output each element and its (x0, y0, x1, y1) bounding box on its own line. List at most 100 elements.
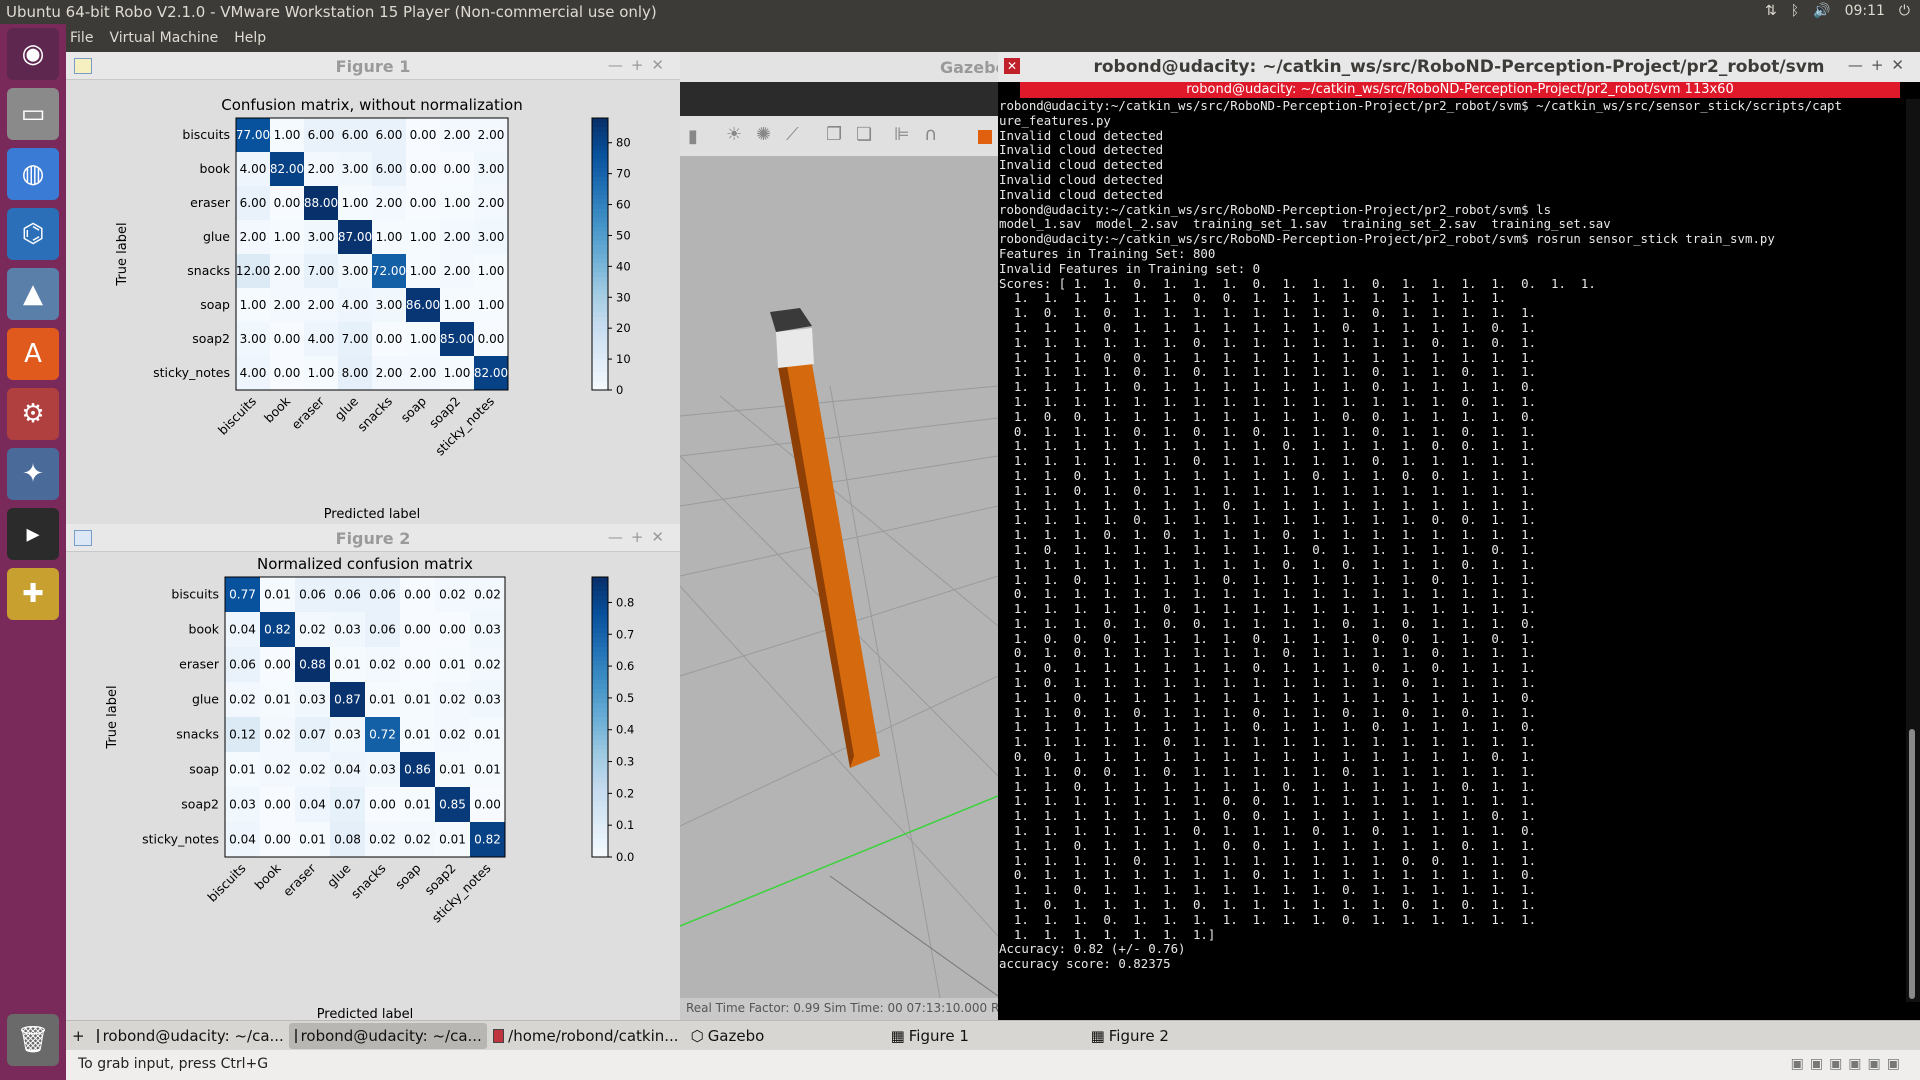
sun-light-icon[interactable]: ☀ (726, 124, 742, 145)
cell-value-label: 0.82 (474, 833, 501, 847)
figure1-titlebar[interactable]: Figure 1 —+✕ (66, 52, 680, 80)
colorbar-segment (592, 326, 608, 332)
cell-value-label: 3.00 (240, 332, 267, 346)
confusion-matrix-normalized-chart: Normalized confusion matrix 0.77 0.01 0.06 0… (105, 555, 634, 1022)
menu-virtual-machine[interactable]: Virtual Machine (109, 30, 218, 46)
power-icon[interactable]: ⏻ (1899, 3, 1910, 19)
trash-icon[interactable]: 🗑 (7, 1014, 59, 1066)
terminal-tab-label[interactable]: robond@udacity: ~/catkin_ws/src/RoboND-P… (1020, 82, 1900, 98)
unity-tweak-icon[interactable]: ✚ (7, 568, 59, 620)
cell-value-label: 0.01 (439, 833, 466, 847)
x-tick-label: soap (397, 393, 429, 425)
vm-window-title: Ubuntu 64-bit Robo V2.1.0 - VMware Works… (6, 3, 657, 21)
terminal-line: 1. 1. 0. 1. 1. 1. 1. 0. 1. 1. 1. 1. 1. 1… (999, 571, 1537, 587)
terminal-window[interactable]: robond@udacity: ~/catkin_ws/src/RoboND-P… (998, 52, 1920, 1020)
cell-value-label: 0.00 (264, 798, 291, 812)
record-icon[interactable] (978, 130, 992, 144)
cell-value-label: 6.00 (342, 128, 369, 142)
cell-value-label: 3.00 (308, 230, 335, 244)
colorbar-segment (592, 651, 608, 657)
colorbar-segment (592, 208, 608, 214)
cell-value-label: 86.00 (406, 298, 440, 312)
paste-icon[interactable]: ❏ (856, 124, 872, 145)
spot-light-icon[interactable]: ⟋ (786, 124, 799, 145)
taskbar-item-terminal-2[interactable]: robond@udacity: ~/ca... (288, 1022, 487, 1049)
snap-icon[interactable]: ∩ (924, 124, 937, 145)
select-tool-icon[interactable]: ▮ (688, 126, 698, 147)
terminal-icon (96, 1028, 99, 1043)
figure2-titlebar[interactable]: Figure 2 —+✕ (66, 524, 680, 552)
taskbar-item-figure2[interactable]: ▦ Figure 2 (1085, 1023, 1285, 1049)
terminal-scrollbar[interactable] (1906, 99, 1920, 1002)
x-tick-label: eraser (280, 860, 319, 899)
align-icon[interactable]: ⊫ (894, 124, 910, 145)
terminal-title[interactable]: robond@udacity: ~/catkin_ws/src/RoboND-P… (998, 52, 1920, 82)
cell-value-label: 0.77 (229, 588, 256, 602)
colorbar-segment (592, 791, 608, 797)
cell-value-label: 0.03 (334, 728, 361, 742)
colorbar-segment (592, 796, 608, 802)
colorbar-segment (592, 140, 608, 146)
system-settings-icon[interactable]: ⚙ (7, 388, 59, 440)
terminal-icon[interactable]: ▸ (7, 508, 59, 560)
y-tick-label: biscuits (182, 127, 230, 142)
scrollbar-thumb[interactable] (1909, 729, 1915, 999)
taskbar-item-terminal-3[interactable]: /home/robond/catkin... (487, 1023, 685, 1049)
colorbar-segment (592, 371, 608, 377)
cell-value-label: 0.12 (229, 728, 256, 742)
rviz-icon[interactable]: ✦ (7, 448, 59, 500)
ubuntu-dash-icon[interactable]: ◉ (7, 28, 59, 80)
y-tick-label: glue (192, 692, 219, 707)
terminal-line: 1. 1. 0. 1. 1. 1. 1. 1. 1. 1. 1. 1. 1. 1… (999, 689, 1537, 705)
system-indicators: ⇅ ᛒ 🔊 09:11 ⏻ (1765, 3, 1910, 19)
colorbar-segment (592, 815, 608, 821)
files-icon[interactable]: ▭ (7, 88, 59, 140)
menu-help[interactable]: Help (234, 30, 266, 46)
colorbar-segment (592, 689, 608, 695)
matlab-icon[interactable]: ▲ (7, 268, 59, 320)
gazebo-title[interactable]: Gazebo (680, 52, 1007, 82)
copy-icon[interactable]: ❐ (826, 124, 842, 145)
cell-value-label: 0.02 (299, 623, 326, 637)
point-light-icon[interactable]: ✺ (756, 124, 771, 145)
clock[interactable]: 09:11 (1845, 3, 1885, 19)
colorbar-segment (592, 176, 608, 183)
colorbar-segment (592, 777, 608, 783)
terminal-line: 1. 1. 0. 1. 0. 1. 1. 1. 0. 1. 1. 0. 1. 0… (999, 704, 1537, 720)
colorbar-segment (592, 272, 608, 278)
gazebo-status-bar: Real Time Factor: 0.99 Sim Time: 00 07:1… (680, 998, 998, 1020)
bluetooth-icon[interactable]: ᛒ (1791, 3, 1799, 19)
add-workspace-button[interactable]: + (66, 1023, 91, 1049)
cell-value-label: 1.00 (410, 264, 437, 278)
figure2-canvas: Normalized confusion matrix 0.77 0.01 0.06 0… (66, 552, 680, 1022)
colorbar-tick-label: 0.2 (616, 786, 634, 800)
close-icon[interactable]: ✕ (1004, 58, 1020, 74)
cell-value-label: 0.03 (299, 693, 326, 707)
y-tick-label: eraser (179, 657, 220, 672)
volume-icon[interactable]: 🔊 (1813, 3, 1830, 19)
network-icon[interactable]: ⇅ (1765, 3, 1777, 19)
cell-value-label: 0.01 (369, 693, 396, 707)
terminal-line: 1. 1. 1. 1. 1. 1. 0. 0. 1. 1. 1. 1. 1. 1… (999, 290, 1507, 306)
cell-value-label: 0.00 (376, 332, 403, 346)
cell-value-label: 0.00 (274, 332, 301, 346)
cell-value-label: 0.00 (404, 588, 431, 602)
window-controls[interactable]: —+✕ (608, 528, 672, 546)
terminal-output[interactable]: robond@udacity:~/catkin_ws/src/RoboND-Pe… (998, 99, 1904, 1002)
terminal-line: 1. 1. 0. 0. 1. 0. 1. 1. 1. 1. 1. 0. 1. 1… (999, 763, 1537, 779)
taskbar-item-figure1[interactable]: ▦ Figure 1 (885, 1023, 1085, 1049)
vm-menubar: File Virtual Machine Help (66, 24, 1920, 52)
gazebo-3d-scene[interactable] (680, 156, 998, 998)
window-controls[interactable]: —+✕ (608, 56, 672, 74)
taskbar-item-gazebo[interactable]: ⬡ Gazebo (685, 1023, 885, 1049)
menu-file[interactable]: File (70, 30, 93, 46)
colorbar-segment (592, 303, 608, 309)
software-center-icon[interactable]: A (7, 328, 59, 380)
device-icons[interactable]: ▣▣▣▣▣▣ (1791, 1056, 1906, 1072)
y-tick-label: soap2 (181, 797, 219, 812)
vscode-icon[interactable]: ⌬ (7, 208, 59, 260)
chrome-icon[interactable]: ◍ (7, 148, 59, 200)
colorbar-tick-label: 30 (616, 290, 631, 304)
window-controls[interactable]: —+✕ (1848, 56, 1912, 74)
taskbar-item-terminal-1[interactable]: robond@udacity: ~/ca... (91, 1023, 289, 1049)
